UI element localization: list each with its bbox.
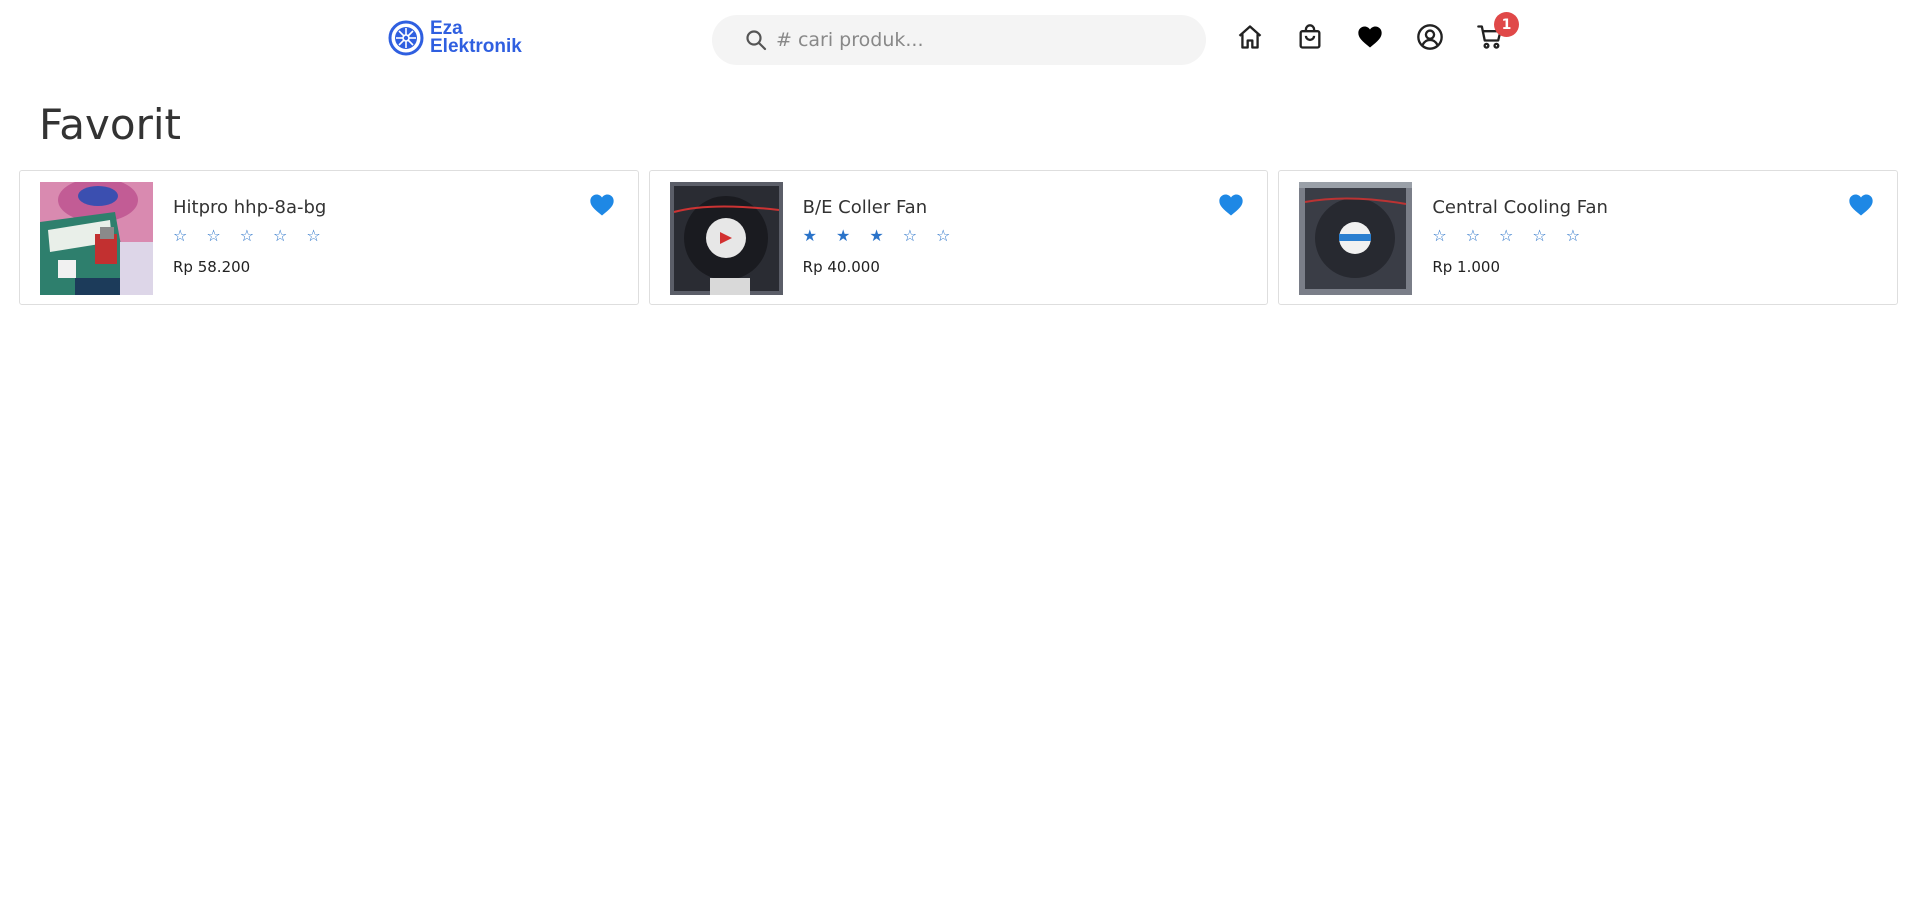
- search-icon[interactable]: [744, 28, 768, 52]
- cart-count-badge: 1: [1494, 12, 1519, 37]
- product-name[interactable]: Hitpro hhp-8a-bg: [173, 197, 326, 218]
- product-image[interactable]: [40, 182, 153, 295]
- logo-icon: [388, 20, 424, 56]
- favorites-list: Hitpro hhp-8a-bg ☆ ☆ ☆ ☆ ☆ Rp 58.200 B/E…: [19, 170, 1899, 305]
- product-rating: ☆ ☆ ☆ ☆ ☆: [1432, 226, 1580, 245]
- heart-icon: [1849, 194, 1873, 216]
- product-image[interactable]: [1299, 182, 1413, 295]
- star-empty-icon: ☆: [273, 226, 288, 245]
- brand-line-2: Elektronik: [430, 36, 522, 57]
- star-empty-icon: ☆: [1465, 226, 1481, 245]
- star-empty-icon: ☆: [206, 226, 221, 245]
- account-button[interactable]: [1415, 22, 1445, 52]
- star-filled-icon: ★: [802, 226, 818, 245]
- heart-icon: [590, 194, 614, 216]
- search-input[interactable]: [776, 29, 1176, 51]
- favorite-card[interactable]: Hitpro hhp-8a-bg ☆ ☆ ☆ ☆ ☆ Rp 58.200: [19, 170, 639, 305]
- product-price: Rp 58.200: [173, 258, 251, 276]
- product-price: Rp 40.000: [802, 258, 880, 276]
- product-image-fan: [1299, 182, 1413, 295]
- product-price: Rp 1.000: [1432, 258, 1500, 276]
- user-circle-icon: [1417, 24, 1443, 50]
- heart-icon: [1219, 194, 1244, 216]
- product-rating: ☆ ☆ ☆ ☆ ☆: [173, 226, 321, 245]
- remove-favorite-button[interactable]: [588, 191, 616, 219]
- star-empty-icon: ☆: [306, 226, 321, 245]
- favorite-card[interactable]: Central Cooling Fan ☆ ☆ ☆ ☆ ☆ Rp 1.000: [1278, 170, 1899, 305]
- product-image-fan: [669, 182, 783, 295]
- product-image-regulator: [40, 182, 153, 295]
- star-empty-icon: ☆: [1565, 226, 1581, 245]
- remove-favorite-button[interactable]: [1847, 191, 1875, 219]
- star-empty-icon: ☆: [936, 226, 951, 245]
- page-title: Favorit: [39, 100, 181, 149]
- heart-icon: [1358, 26, 1382, 48]
- star-empty-icon: ☆: [902, 226, 918, 245]
- search-bar[interactable]: [712, 15, 1206, 65]
- shop-button[interactable]: [1295, 22, 1325, 52]
- brand-logo[interactable]: Eza Elektronik: [388, 19, 522, 57]
- home-icon: [1238, 25, 1262, 49]
- top-header: Eza Elektronik # cari produk... 1: [0, 0, 1919, 80]
- product-name[interactable]: Central Cooling Fan: [1432, 197, 1608, 218]
- star-empty-icon: ☆: [239, 226, 255, 245]
- star-empty-icon: ☆: [1532, 226, 1547, 245]
- product-name[interactable]: B/E Coller Fan: [803, 197, 927, 218]
- brand-name: Eza Elektronik: [430, 19, 522, 57]
- star-empty-icon: ☆: [1499, 226, 1514, 245]
- remove-favorite-button[interactable]: [1217, 191, 1245, 219]
- product-image[interactable]: [669, 182, 783, 295]
- cart-button[interactable]: 1: [1475, 12, 1519, 52]
- favorites-button[interactable]: [1355, 22, 1385, 52]
- star-empty-icon: ☆: [1432, 226, 1447, 245]
- product-rating: ★ ★ ★ ☆ ☆: [803, 226, 951, 245]
- shopping-bag-icon: [1299, 24, 1321, 49]
- star-filled-icon: ★: [869, 226, 884, 245]
- star-empty-icon: ☆: [173, 226, 188, 245]
- favorite-card[interactable]: B/E Coller Fan ★ ★ ★ ☆ ☆ Rp 40.000: [648, 170, 1269, 305]
- star-filled-icon: ★: [836, 226, 851, 245]
- home-button[interactable]: [1235, 22, 1265, 52]
